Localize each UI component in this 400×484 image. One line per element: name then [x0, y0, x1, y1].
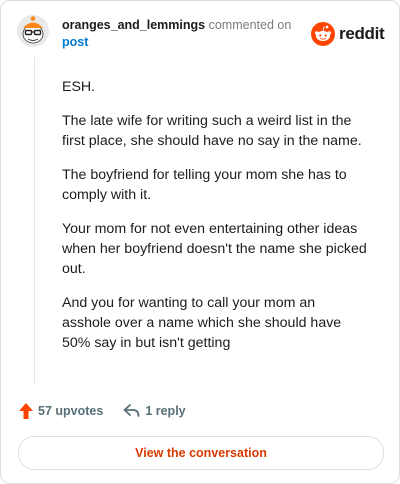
user-avatar[interactable]	[17, 15, 49, 47]
post-link[interactable]: post	[62, 34, 312, 51]
view-conversation-button[interactable]: View the conversation	[18, 436, 384, 470]
comment-paragraph: The late wife for writing such a weird l…	[62, 113, 362, 149]
comment-footer: 57 upvotes 1 reply	[19, 403, 186, 419]
comment-paragraph: ESH.	[62, 79, 96, 95]
replies-label: 1 reply	[145, 404, 186, 418]
reddit-brand[interactable]: reddit	[311, 22, 385, 46]
reddit-logo-icon	[311, 22, 335, 46]
comment-paragraph: The boyfriend for telling your mom she h…	[62, 167, 347, 203]
upvotes-label: 57 upvotes	[38, 404, 104, 418]
comment-paragraph: And you for wanting to call your mom an …	[62, 295, 342, 351]
username-link[interactable]: oranges_and_lemmings	[62, 18, 205, 32]
upvote-arrow-icon	[19, 403, 33, 419]
thread-line	[34, 57, 35, 385]
comment-header: oranges_and_lemmings commented on post	[62, 17, 312, 51]
embedded-comment-card: oranges_and_lemmings commented on post r…	[0, 0, 400, 484]
comment-paragraph: Your mom for not even entertaining other…	[62, 221, 367, 277]
reply-count[interactable]: 1 reply	[123, 404, 186, 418]
action-text: commented on	[208, 18, 292, 32]
comment-body: ESH. The late wife for writing such a we…	[62, 77, 367, 367]
upvote-count[interactable]: 57 upvotes	[19, 403, 103, 419]
reddit-wordmark: reddit	[339, 24, 385, 43]
reply-arrow-icon	[123, 404, 140, 417]
